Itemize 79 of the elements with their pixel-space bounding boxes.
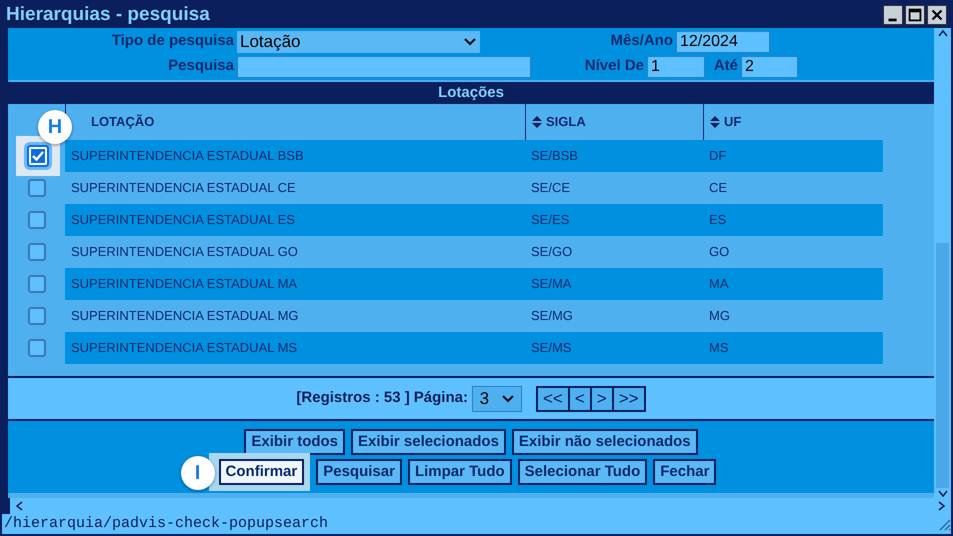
section-title: Lotações bbox=[8, 82, 934, 104]
action-button[interactable]: Exibir todos bbox=[244, 429, 346, 455]
page-dropdown[interactable]: 3 bbox=[472, 386, 522, 412]
field-label: Pesquisa bbox=[167, 56, 235, 76]
page-label: Página: bbox=[414, 388, 468, 408]
table-cell-text: SE/MA bbox=[530, 275, 572, 294]
checkbox[interactable] bbox=[28, 211, 46, 229]
action-button[interactable]: Limpar Tudo bbox=[408, 459, 512, 485]
checkbox[interactable] bbox=[27, 145, 49, 167]
table-cell-text: CE bbox=[708, 179, 728, 198]
status-bar-text: /hierarquia/padvis-check-popupsearch bbox=[4, 514, 328, 534]
action-button[interactable]: Selecionar Tudo bbox=[518, 459, 648, 485]
maximize-icon[interactable] bbox=[905, 5, 925, 25]
table-cell-text: SE/MG bbox=[530, 307, 574, 326]
table-cell-text: SUPERINTENDENCIA ESTADUAL MA bbox=[70, 275, 298, 294]
action-button[interactable]: Confirmar bbox=[218, 459, 304, 485]
field-label: Nível De bbox=[584, 56, 645, 76]
table-cell-text: SUPERINTENDENCIA ESTADUAL BSB bbox=[70, 147, 305, 166]
window-title: Hierarquias - pesquisa bbox=[6, 2, 210, 27]
level-from-field[interactable]: 1 bbox=[647, 56, 705, 78]
table-cell-text: SUPERINTENDENCIA ESTADUAL CE bbox=[70, 179, 297, 198]
table-cell-text: MS bbox=[708, 339, 730, 358]
caret-icon[interactable] bbox=[502, 394, 514, 402]
minimize-icon[interactable] bbox=[883, 5, 903, 25]
table-row[interactable]: SUPERINTENDENCIA ESTADUAL BSB SE/BSB DF bbox=[65, 140, 883, 172]
scroll-left-icon[interactable] bbox=[14, 500, 24, 512]
level-to-field[interactable]: 2 bbox=[741, 56, 798, 78]
table-row[interactable]: SUPERINTENDENCIA ESTADUAL GO SE/GO GO bbox=[65, 236, 883, 268]
caret-icon[interactable] bbox=[463, 36, 477, 46]
page-nav-button[interactable]: >> bbox=[614, 386, 646, 412]
table-cell-text: SUPERINTENDENCIA ESTADUAL ES bbox=[70, 211, 296, 230]
checkbox[interactable] bbox=[28, 339, 46, 357]
table-cell-text: SE/CE bbox=[530, 179, 572, 198]
record-count: [Registros : 53 ] bbox=[296, 388, 410, 408]
checkbox[interactable] bbox=[28, 243, 46, 261]
field-label: Mês/Ano bbox=[609, 31, 674, 52]
checkbox[interactable] bbox=[28, 179, 46, 197]
checkbox[interactable] bbox=[28, 275, 46, 293]
sort-icon[interactable] bbox=[709, 115, 721, 129]
scroll-up-icon[interactable] bbox=[936, 28, 948, 38]
scroll-right-icon[interactable] bbox=[937, 500, 947, 512]
page-nav-button[interactable]: << bbox=[536, 386, 570, 412]
page-nav-button[interactable]: < bbox=[570, 386, 592, 412]
action-button[interactable]: Fechar bbox=[653, 459, 716, 485]
page-nav-button[interactable]: > bbox=[592, 386, 614, 412]
table-row[interactable]: SUPERINTENDENCIA ESTADUAL MA SE/MA MA bbox=[65, 268, 883, 300]
callout-marker: I bbox=[180, 456, 215, 490]
callout-marker: H bbox=[38, 110, 72, 144]
action-button[interactable]: Pesquisar bbox=[316, 459, 402, 485]
column-header[interactable]: LOTAÇÃO bbox=[83, 104, 525, 140]
action-button[interactable]: Exibir selecionados bbox=[351, 429, 506, 455]
scroll-down-icon[interactable] bbox=[936, 488, 948, 498]
check-icon bbox=[31, 150, 45, 162]
table-row[interactable]: SUPERINTENDENCIA ESTADUAL CE SE/CE CE bbox=[65, 172, 883, 204]
table-row[interactable]: SUPERINTENDENCIA ESTADUAL MS SE/MS MS bbox=[65, 332, 883, 364]
table-cell-text: SUPERINTENDENCIA ESTADUAL MG bbox=[70, 307, 300, 326]
table-cell-text: SUPERINTENDENCIA ESTADUAL GO bbox=[70, 243, 299, 262]
table-row[interactable]: SUPERINTENDENCIA ESTADUAL MG SE/MG MG bbox=[65, 300, 883, 332]
resize-grip-icon[interactable] bbox=[937, 517, 951, 531]
table-cell-text: SE/GO bbox=[530, 243, 574, 262]
month-year-field[interactable]: 12/2024 bbox=[676, 30, 770, 52]
table-cell-text: SE/ES bbox=[530, 211, 570, 230]
table-cell-text: SE/BSB bbox=[530, 147, 579, 166]
table-cell-text: MA bbox=[708, 275, 730, 294]
field-label: Até bbox=[712, 56, 739, 76]
close-icon[interactable] bbox=[927, 5, 947, 25]
table-cell-text: GO bbox=[708, 243, 730, 262]
table-row[interactable]: SUPERINTENDENCIA ESTADUAL ES SE/ES ES bbox=[65, 204, 883, 236]
checkbox[interactable] bbox=[28, 307, 46, 325]
table-cell-text: SUPERINTENDENCIA ESTADUAL MS bbox=[70, 339, 298, 358]
table-cell-text: DF bbox=[708, 147, 728, 166]
table-cell-text: SE/MS bbox=[530, 339, 572, 358]
search-type-dropdown[interactable]: Lotação bbox=[237, 30, 480, 52]
sort-icon[interactable] bbox=[531, 115, 543, 129]
action-button[interactable]: Exibir não selecionados bbox=[512, 429, 698, 455]
table-cell-text: MG bbox=[708, 307, 731, 326]
scrollbar-thumb[interactable] bbox=[936, 243, 949, 488]
field-label: Tipo de pesquisa bbox=[110, 31, 235, 52]
table-cell-text: ES bbox=[708, 211, 728, 230]
